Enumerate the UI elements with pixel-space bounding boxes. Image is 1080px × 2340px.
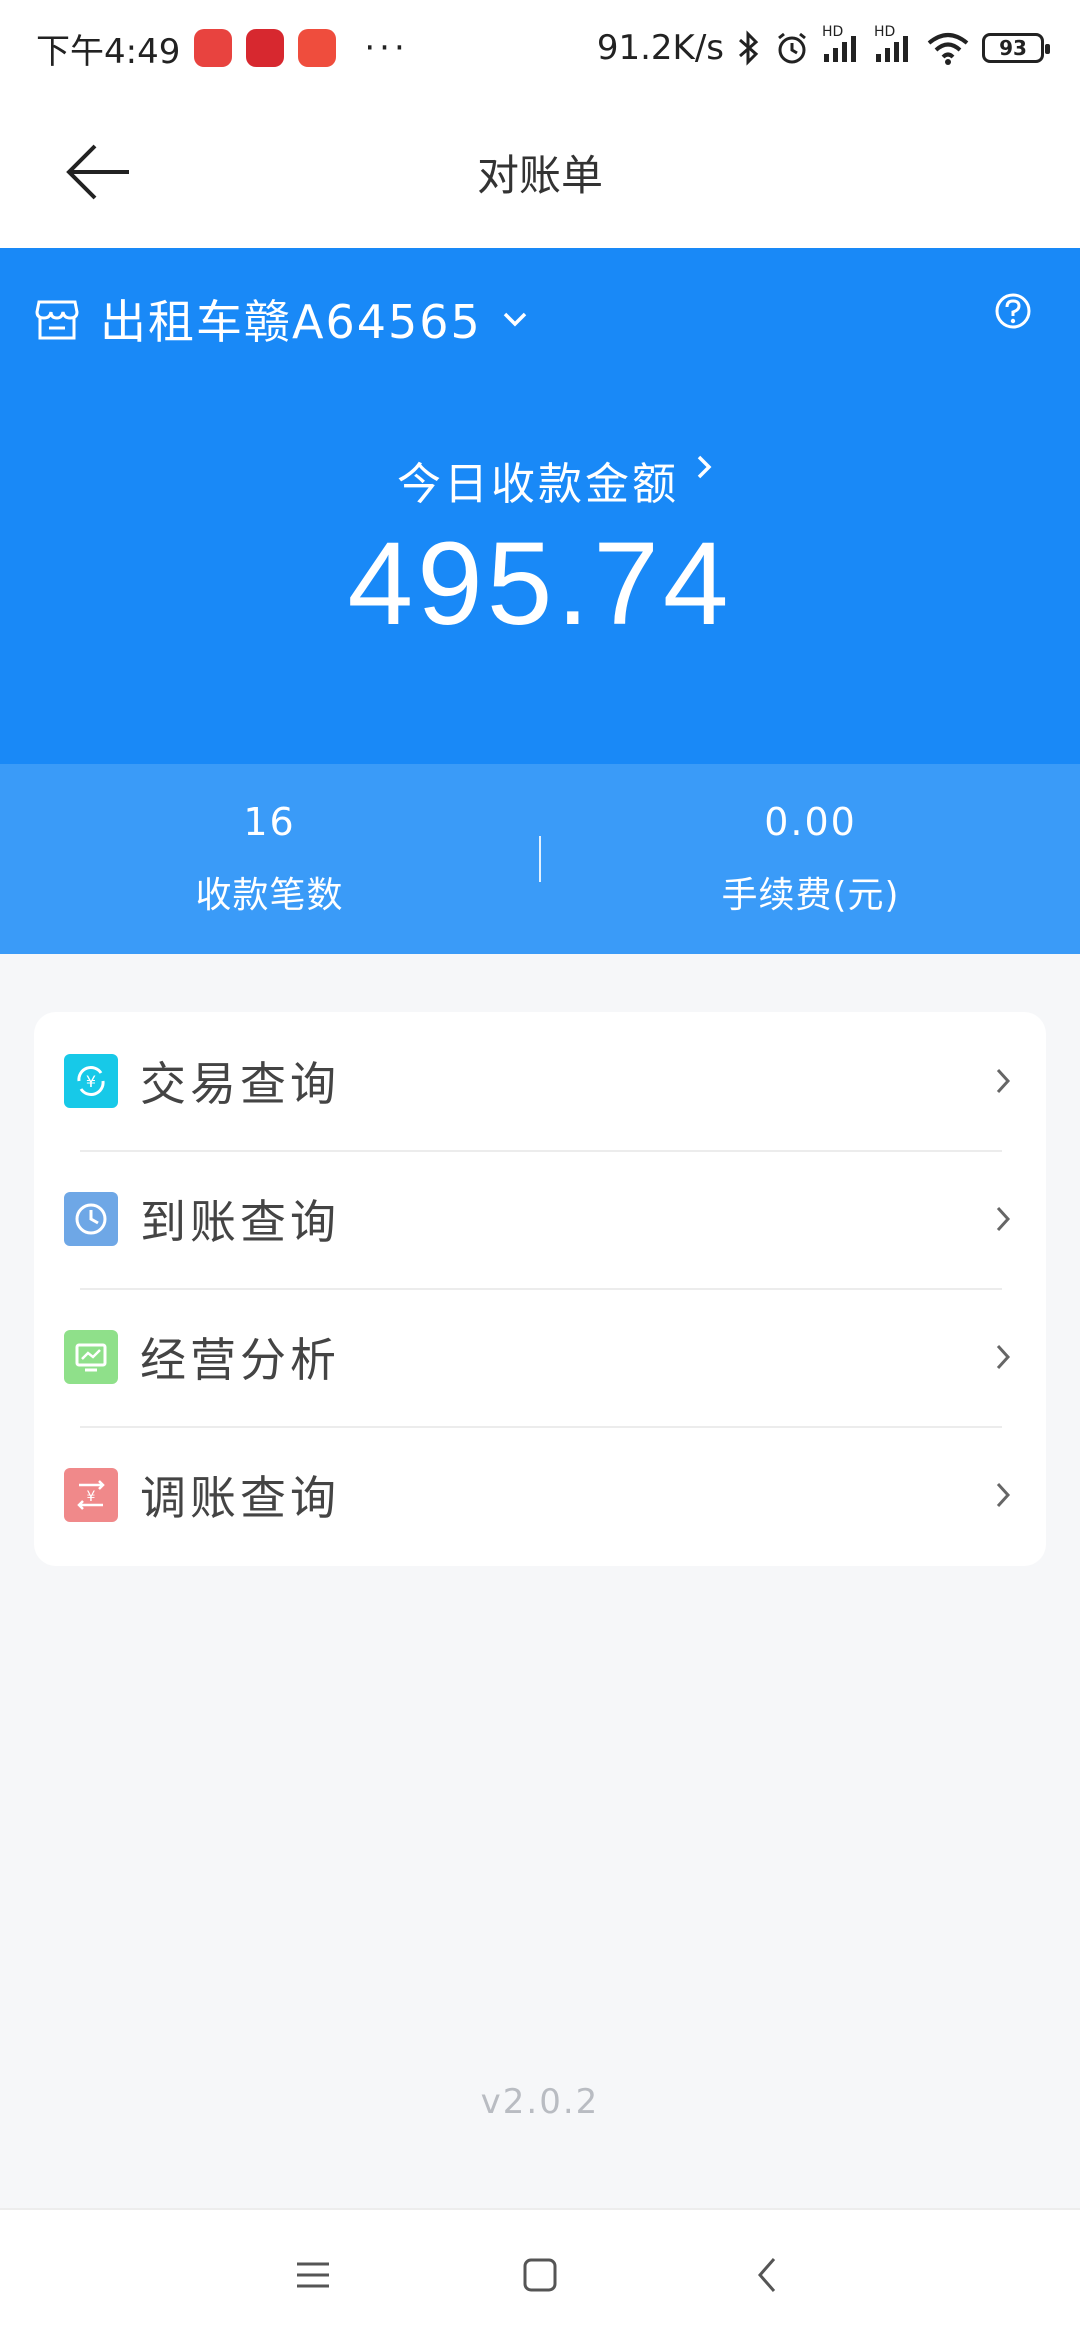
system-navigation-bar (0, 2208, 1080, 2340)
bluetooth-icon (739, 30, 759, 66)
help-button[interactable] (994, 292, 1032, 334)
yuan-adjust-icon: ¥ (64, 1468, 118, 1522)
menu-item-transaction-query[interactable]: ¥ 交易查询 (34, 1012, 1046, 1150)
menu-label: 调账查询 (140, 1471, 340, 1525)
menu-label: 经营分析 (140, 1333, 340, 1387)
svg-text:¥: ¥ (86, 1072, 96, 1091)
app-version: v2.0.2 (480, 2082, 600, 2122)
store-selector[interactable]: 出租车赣A64565 (34, 286, 528, 352)
stat-label: 手续费(元) (721, 875, 900, 916)
navigation-bar: 对账单 (0, 96, 1080, 248)
back-button[interactable] (50, 124, 146, 220)
menu-item-settlement-query[interactable]: 到账查询 (34, 1150, 1046, 1288)
page-title: 对账单 (476, 150, 603, 200)
app-notification-icon (194, 29, 233, 67)
menu-button[interactable] (273, 2235, 353, 2315)
arrow-left-icon (66, 144, 129, 200)
menu-list: ¥ 交易查询 到账查询 经营分析 ¥ 调账查询 (34, 1012, 1046, 1566)
amount-label: 今日收款金额 (397, 459, 679, 510)
amount-value: 495.74 (347, 518, 733, 650)
menu-item-adjustment-query[interactable]: ¥ 调账查询 (34, 1426, 1046, 1564)
monitor-chart-icon (64, 1330, 118, 1384)
square-icon (523, 2258, 557, 2292)
system-back-button[interactable] (727, 2235, 807, 2315)
alarm-icon (778, 32, 806, 64)
store-icon (35, 300, 79, 340)
summary-header: 出租车赣A64565 今日收款金额 495.74 (0, 248, 1080, 764)
status-bar: 下午4:49 ··· 91.2K/s HD HD 93 (0, 0, 1080, 96)
app-notification-icon (298, 29, 337, 67)
status-overflow: ··· (364, 28, 409, 68)
hd-label: HD (822, 24, 844, 40)
battery-icon: 93 (982, 33, 1050, 63)
stats-bar: 16 收款笔数 0.00 手续费(元) (0, 764, 1080, 954)
wifi-icon (927, 33, 969, 65)
store-name: 出租车赣A64565 (100, 295, 482, 349)
stat-count: 16 收款笔数 (0, 800, 539, 918)
hd-label: HD (874, 24, 896, 40)
chevron-right-icon (996, 1482, 1011, 1508)
chevron-down-icon (503, 312, 527, 327)
stat-value: 0.00 (764, 800, 857, 844)
chevron-right-icon (996, 1344, 1011, 1370)
chevron-right-icon (697, 455, 712, 479)
stat-fee: 0.00 手续费(元) (541, 800, 1080, 918)
stat-value: 16 (243, 800, 296, 844)
menu-label: 到账查询 (140, 1195, 340, 1249)
home-button[interactable] (500, 2235, 580, 2315)
clock-icon (64, 1192, 118, 1246)
battery-level: 93 (999, 36, 1027, 60)
menu-item-business-analysis[interactable]: 经营分析 (34, 1288, 1046, 1426)
chevron-left-icon (757, 2258, 775, 2292)
question-circle-icon (995, 293, 1031, 329)
net-speed: 91.2K/s (596, 28, 724, 68)
chevron-right-icon (996, 1206, 1011, 1232)
amount-label-link[interactable]: 今日收款金额 (0, 448, 1080, 512)
stat-label: 收款笔数 (195, 875, 344, 916)
menu-label: 交易查询 (140, 1057, 340, 1111)
app-notification-icon (246, 29, 285, 67)
svg-text:¥: ¥ (87, 1489, 96, 1505)
menu-lines-icon (297, 2262, 330, 2288)
yuan-exchange-icon: ¥ (64, 1054, 118, 1108)
chevron-right-icon (996, 1068, 1011, 1094)
status-time: 下午4:49 (36, 31, 181, 72)
